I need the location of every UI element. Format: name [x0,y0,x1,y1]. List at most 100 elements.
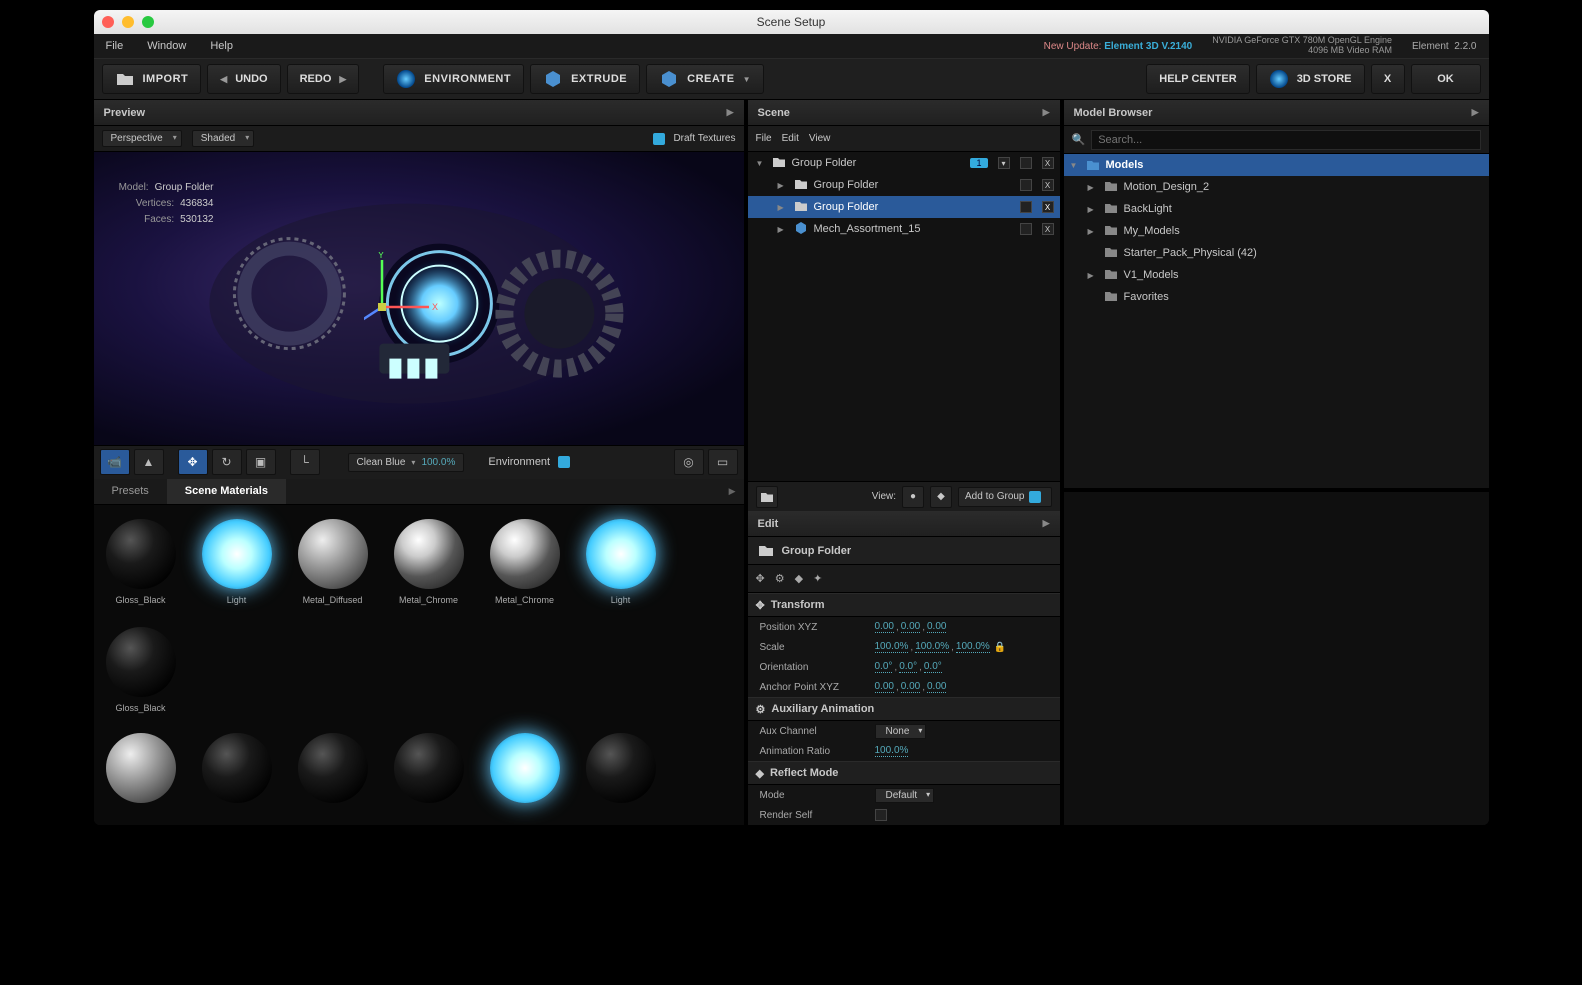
minimize-window-button[interactable] [122,16,134,28]
position-z[interactable]: 0.00 [927,621,946,633]
browser-tree-item[interactable]: ▶Motion_Design_2 [1064,176,1489,198]
material-swatch[interactable]: Light [584,519,658,605]
scale-x[interactable]: 100.0% [875,641,909,653]
anchor-y[interactable]: 0.00 [901,681,920,693]
visibility-toggle[interactable] [1020,179,1032,191]
material-swatch[interactable]: Gloss_Black [104,627,178,713]
material-swatch[interactable] [392,733,466,809]
camera-tool[interactable]: 📹 [100,449,130,475]
create-button[interactable]: CREATE ▼ [646,64,764,94]
x-button[interactable]: X [1371,64,1405,94]
visibility-toggle[interactable] [1020,157,1032,169]
scene-menu-view[interactable]: View [809,133,831,144]
disclosure-triangle-icon[interactable]: ▶ [778,225,788,234]
chevron-right-icon[interactable]: ▶ [727,107,734,118]
environment-button[interactable]: ENVIRONMENT [383,64,524,94]
chevron-right-icon[interactable]: ▶ [1043,518,1050,529]
lock-icon[interactable]: 🔒 [994,642,1006,653]
menu-help[interactable]: Help [210,40,233,52]
anchor-x[interactable]: 0.00 [875,681,894,693]
browser-tree-item[interactable]: Starter_Pack_Physical (42) [1064,242,1489,264]
render-self-checkbox[interactable] [875,809,887,821]
material-swatch[interactable]: Metal_Chrome [392,519,466,605]
view-mode-dropdown[interactable]: Perspective [102,130,182,147]
material-swatch[interactable]: Metal_Chrome [488,519,562,605]
view-cube-button[interactable]: ◆ [930,486,952,508]
browser-tree-item[interactable]: ▶My_Models [1064,220,1489,242]
update-link[interactable]: Element 3D V.2140 [1104,41,1192,52]
browser-tree-item[interactable]: Favorites [1064,286,1489,308]
frame-tool[interactable]: ▭ [708,449,738,475]
visibility-toggle[interactable] [1020,223,1032,235]
scale-tool[interactable]: ▣ [246,449,276,475]
redo-button[interactable]: REDO▶ [287,64,360,94]
draft-textures-checkbox[interactable] [653,133,665,145]
scene-tree-item[interactable]: ▼Group Folder1▾X [748,152,1060,174]
scene-tree-item[interactable]: ▶Mech_Assortment_15X [748,218,1060,240]
move-tool[interactable]: ✥ [178,449,208,475]
move-icon[interactable]: ✥ [756,572,765,585]
focus-tool[interactable]: ◎ [674,449,704,475]
visibility-toggle[interactable] [1020,201,1032,213]
aux-section-header[interactable]: ⚙Auxiliary Animation [748,697,1060,721]
3d-store-button[interactable]: 3D STORE [1256,64,1365,94]
select-tool[interactable]: ▲ [134,449,164,475]
disclosure-triangle-icon[interactable]: ▶ [778,203,788,212]
diamond-icon[interactable]: ◆ [795,572,803,585]
environment-checkbox[interactable] [558,456,570,468]
delete-button[interactable]: X [1042,223,1054,235]
orient-z[interactable]: 0.0° [924,661,942,673]
undo-button[interactable]: ◀UNDO [207,64,280,94]
material-swatch[interactable] [200,733,274,809]
orient-x[interactable]: 0.0° [875,661,893,673]
scale-z[interactable]: 100.0% [956,641,990,653]
chevron-right-icon[interactable]: ▶ [1043,107,1050,118]
disclosure-triangle-icon[interactable]: ▶ [1088,271,1098,280]
delete-button[interactable]: X [1042,179,1054,191]
reflect-mode-dropdown[interactable]: Default [875,788,935,803]
material-swatch[interactable]: Light [200,519,274,605]
delete-button[interactable]: X [1042,201,1054,213]
position-x[interactable]: 0.00 [875,621,894,633]
aux-channel-dropdown[interactable]: None [875,724,927,739]
menu-window[interactable]: Window [147,40,186,52]
browser-root[interactable]: ▼ Models [1064,154,1489,176]
new-folder-button[interactable] [756,486,778,508]
environment-preset-dropdown[interactable]: Clean Blue▾ 100.0% [348,453,465,472]
badge-dropdown[interactable]: ▾ [998,157,1010,169]
ok-button[interactable]: OK [1411,64,1481,94]
position-y[interactable]: 0.00 [901,621,920,633]
disclosure-triangle-icon[interactable]: ▶ [1088,205,1098,214]
rotate-tool[interactable]: ↻ [212,449,242,475]
delete-button[interactable]: X [1042,157,1054,169]
extrude-button[interactable]: EXTRUDE [530,64,640,94]
group-badge[interactable]: 1 [970,158,987,168]
scene-tree-item[interactable]: ▶Group FolderX [748,196,1060,218]
zoom-window-button[interactable] [142,16,154,28]
material-swatch[interactable] [584,733,658,809]
transform-gizmo[interactable]: Y X Z [364,252,444,332]
browser-tree-item[interactable]: ▶V1_Models [1064,264,1489,286]
material-swatch[interactable] [296,733,370,809]
orient-y[interactable]: 0.0° [899,661,917,673]
arrows-icon[interactable]: ✦ [813,572,822,585]
3d-viewport[interactable]: Model:Group Folder Vertices:436834 Faces… [94,152,744,445]
search-input[interactable] [1091,130,1480,150]
animation-ratio[interactable]: 100.0% [875,745,909,757]
material-swatch[interactable] [488,733,562,809]
tab-scene-materials[interactable]: Scene Materials [167,479,286,504]
anchor-z[interactable]: 0.00 [927,681,946,693]
scale-y[interactable]: 100.0% [915,641,949,653]
add-to-group-button[interactable]: Add to Group [958,487,1051,507]
disclosure-triangle-icon[interactable]: ▶ [1088,227,1098,236]
disclosure-triangle-icon[interactable]: ▶ [778,181,788,190]
import-button[interactable]: IMPORT [102,64,202,94]
disclosure-triangle-icon[interactable]: ▼ [756,159,766,168]
tab-presets[interactable]: Presets [94,479,167,504]
disclosure-triangle-icon[interactable]: ▶ [1088,183,1098,192]
scene-menu-edit[interactable]: Edit [782,133,799,144]
chevron-right-icon[interactable]: ▶ [1472,107,1479,118]
menu-file[interactable]: File [106,40,124,52]
view-sphere-button[interactable]: ● [902,486,924,508]
material-swatch[interactable]: Metal_Diffused [296,519,370,605]
